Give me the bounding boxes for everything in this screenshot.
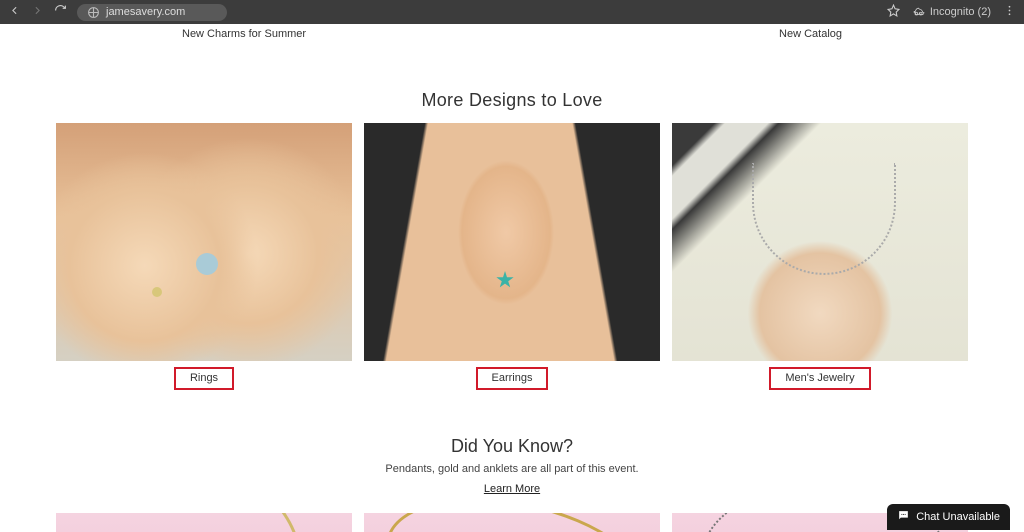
designs-grid: Rings Earrings Men's Jewelry — [52, 123, 972, 390]
label-rings[interactable]: Rings — [174, 367, 234, 390]
image-pendants[interactable] — [56, 513, 352, 532]
browser-chrome: jamesavery.com Incognito (2) — [0, 0, 1024, 24]
image-gold[interactable] — [364, 513, 660, 532]
card-earrings[interactable]: Earrings — [364, 123, 660, 390]
image-rings[interactable] — [56, 123, 352, 361]
card-mens-jewelry[interactable]: Men's Jewelry — [672, 123, 968, 390]
address-bar[interactable]: jamesavery.com — [77, 4, 227, 21]
dyk-heading: Did You Know? — [52, 436, 972, 457]
link-new-charms[interactable]: New Charms for Summer — [182, 28, 306, 40]
did-you-know-section: Did You Know? Pendants, gold and anklets… — [52, 436, 972, 497]
kebab-menu-icon[interactable] — [1003, 4, 1016, 20]
link-new-catalog[interactable]: New Catalog — [779, 28, 842, 40]
label-mens-jewelry[interactable]: Men's Jewelry — [769, 367, 870, 390]
star-icon[interactable] — [887, 4, 900, 20]
secondary-grid — [52, 513, 972, 532]
chat-widget[interactable]: Chat Unavailable — [887, 504, 1010, 530]
reload-icon[interactable] — [54, 4, 67, 20]
dyk-subtext: Pendants, gold and anklets are all part … — [52, 463, 972, 475]
top-promo-links: New Charms for Summer New Catalog — [52, 24, 972, 50]
card-rings[interactable]: Rings — [56, 123, 352, 390]
learn-more-link[interactable]: Learn More — [484, 483, 540, 495]
back-icon[interactable] — [8, 4, 21, 20]
designs-heading: More Designs to Love — [52, 90, 972, 111]
page-viewport[interactable]: New Charms for Summer New Catalog More D… — [0, 24, 1024, 532]
incognito-badge[interactable]: Incognito (2) — [912, 6, 991, 19]
image-earrings[interactable] — [364, 123, 660, 361]
chat-label: Chat Unavailable — [916, 511, 1000, 523]
forward-icon[interactable] — [31, 4, 44, 20]
image-mens-jewelry[interactable] — [672, 123, 968, 361]
label-earrings[interactable]: Earrings — [476, 367, 549, 390]
url-text: jamesavery.com — [106, 6, 185, 18]
chat-bubble-icon — [897, 509, 910, 525]
